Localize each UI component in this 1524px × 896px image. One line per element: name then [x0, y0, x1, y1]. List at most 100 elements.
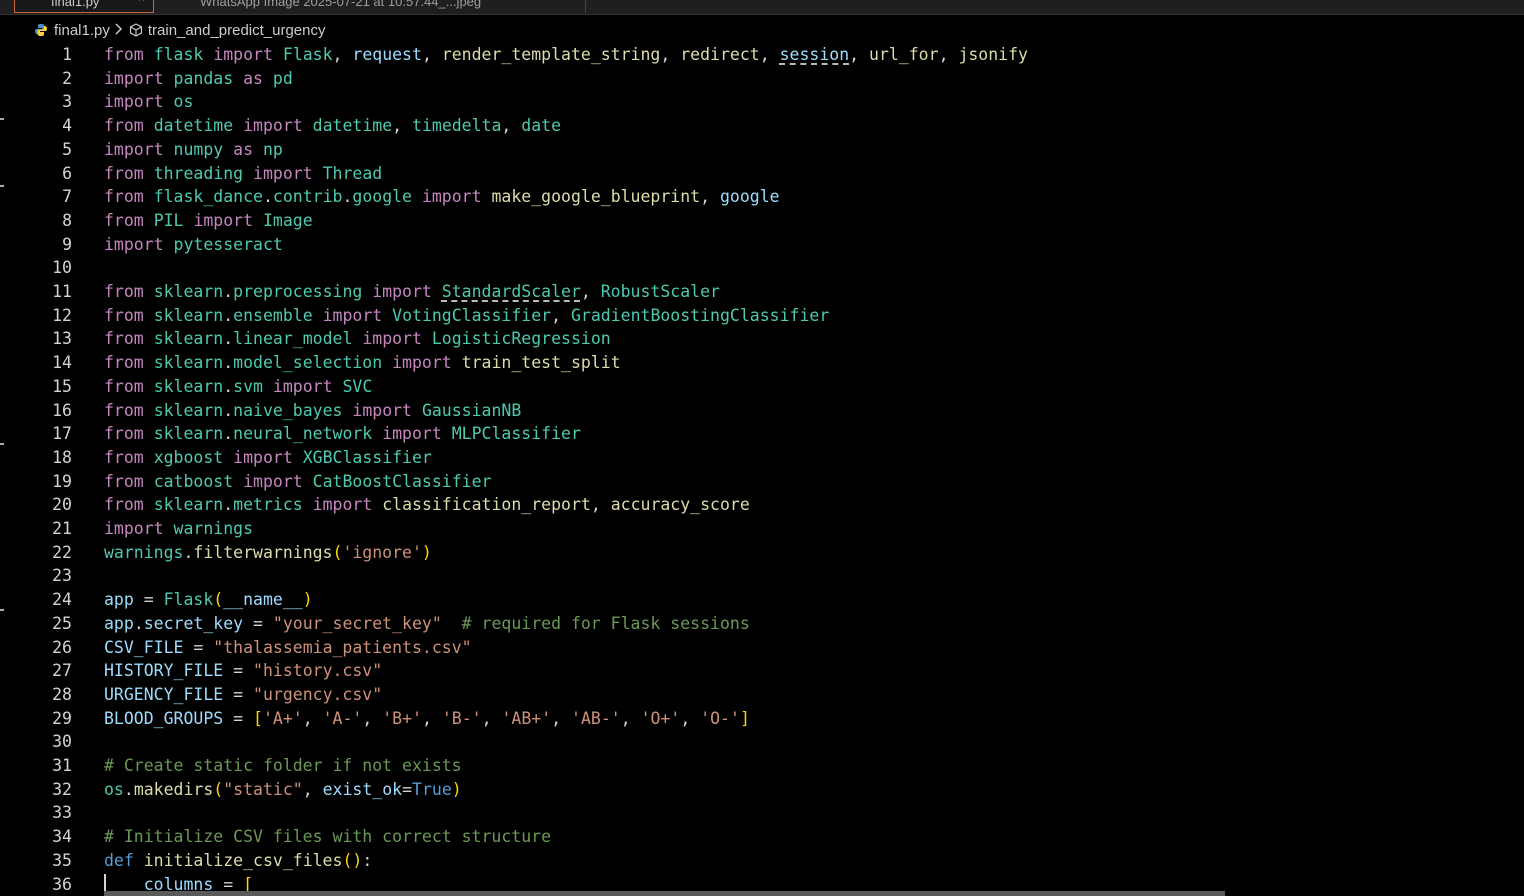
- line-number: 9: [62, 234, 72, 254]
- code-token: .: [223, 400, 234, 420]
- code-token: import: [104, 519, 164, 538]
- code-token: from: [104, 495, 144, 515]
- code-line[interactable]: 4 from datetime import datetime, timedelt…: [0, 114, 1524, 138]
- code-line[interactable]: 15 from sklearn.svm import SVC: [0, 375, 1524, 399]
- code-line[interactable]: 28 URGENCY_FILE = "urgency.csv": [0, 683, 1524, 707]
- code-line[interactable]: 29 BLOOD_GROUPS = ['A+', 'A-', 'B+', 'B-'…: [0, 707, 1524, 731]
- code-line[interactable]: 16 from sklearn.naive_bayes import Gaussi…: [0, 399, 1524, 423]
- code-token: from: [104, 400, 144, 420]
- code-token: from: [104, 424, 144, 444]
- code-token: True: [412, 779, 452, 799]
- code-line[interactable]: 12 from sklearn.ensemble import VotingCla…: [0, 304, 1524, 328]
- tab-final1-py[interactable]: final1.py ×: [14, 0, 154, 13]
- code-token: ,: [759, 45, 780, 64]
- code-line[interactable]: 14 from sklearn.model_selection import tr…: [0, 351, 1524, 375]
- code-line[interactable]: 25 app.secret_key = "your_secret_key" # r…: [0, 612, 1524, 636]
- code-token: "thalassemia_patients.csv": [213, 637, 472, 657]
- code-token: GaussianNB: [421, 400, 522, 420]
- code-line[interactable]: 34 # Initialize CSV files with correct st…: [0, 825, 1524, 849]
- code-line[interactable]: 18 from xgboost import XGBClassifier: [0, 446, 1524, 470]
- code-token: model_selection: [233, 353, 383, 373]
- code-token: xgboost: [153, 447, 224, 467]
- code-line[interactable]: 24 app = Flask(__name__): [0, 588, 1524, 612]
- code-token: svm: [233, 376, 263, 396]
- code-line[interactable]: 6 from threading import Thread: [0, 162, 1524, 186]
- code-token: ,: [421, 708, 442, 728]
- breadcrumb-symbol[interactable]: train_and_predict_urgency: [148, 22, 326, 39]
- code-line[interactable]: 11 from sklearn.preprocessing import Stan…: [0, 280, 1524, 304]
- code-token: ensemble: [233, 305, 313, 325]
- code-token: datetime: [312, 116, 393, 136]
- line-number: 4: [62, 116, 72, 136]
- code-token: "history.csv": [253, 661, 383, 681]
- line-number: 33: [52, 803, 72, 823]
- code-line[interactable]: 1 from flask import Flask, request, rende…: [0, 43, 1524, 67]
- code-token: ,: [302, 708, 323, 728]
- symbol-method-icon: [128, 22, 144, 38]
- code-line[interactable]: 21 import warnings: [0, 517, 1524, 541]
- code-line[interactable]: 8 from PIL import Image: [0, 209, 1524, 233]
- horizontal-scrollbar[interactable]: [104, 891, 1225, 896]
- code-line[interactable]: 26 CSV_FILE = "thalassemia_patients.csv": [0, 636, 1524, 660]
- line-number: 17: [52, 424, 72, 444]
- code-line[interactable]: 30: [0, 730, 1524, 754]
- code-token: VotingClassifier: [392, 305, 552, 325]
- code-token: .: [223, 495, 234, 515]
- code-token: (: [342, 850, 353, 870]
- code-line[interactable]: 35 def initialize_csv_files():: [0, 849, 1524, 873]
- code-line[interactable]: 31 # Create static folder if not exists: [0, 754, 1524, 778]
- code-text: from sklearn.neural_network import MLPCl…: [104, 422, 581, 446]
- code-token: np: [262, 139, 283, 159]
- code-line[interactable]: 20 from sklearn.metrics import classifica…: [0, 493, 1524, 517]
- breadcrumb-file-label: final1.py: [54, 21, 110, 39]
- line-number: 26: [52, 637, 72, 657]
- code-text: from sklearn.ensemble import VotingClass…: [104, 304, 829, 328]
- code-line[interactable]: 3 import os: [0, 90, 1524, 114]
- code-token: os: [104, 779, 124, 799]
- code-line[interactable]: 17 from sklearn.neural_network import MLP…: [0, 422, 1524, 446]
- code-token: 'ignore': [342, 542, 422, 562]
- code-token: import: [104, 234, 164, 254]
- code-token: GradientBoostingClassifier: [570, 305, 830, 325]
- tab-label: WhatsApp Image 2025-07-21 at 10.57.44_..…: [200, 0, 482, 9]
- code-text: HISTORY_FILE = "history.csv": [104, 659, 382, 683]
- line-number: 30: [52, 732, 72, 752]
- code-line[interactable]: 27 HISTORY_FILE = "history.csv": [0, 659, 1524, 683]
- code-token: from: [104, 305, 144, 325]
- code-line[interactable]: 10: [0, 256, 1524, 280]
- code-line[interactable]: 23: [0, 564, 1524, 588]
- code-line[interactable]: 7 from flask_dance.contrib.google import …: [0, 185, 1524, 209]
- code-text: from xgboost import XGBClassifier: [104, 446, 432, 470]
- code-line[interactable]: 5 import numpy as np: [0, 138, 1524, 162]
- code-token: ,: [580, 282, 601, 301]
- breadcrumb-file[interactable]: final1.py: [34, 22, 110, 39]
- code-line[interactable]: 33: [0, 801, 1524, 825]
- code-line[interactable]: 9 import pytesseract: [0, 233, 1524, 257]
- code-line[interactable]: 22 warnings.filterwarnings('ignore'): [0, 541, 1524, 565]
- tab-whatsapp-image[interactable]: WhatsApp Image 2025-07-21 at 10.57.44_..…: [172, 0, 586, 13]
- code-line[interactable]: 19 from catboost import CatBoostClassifie…: [0, 470, 1524, 494]
- code-token: ): [352, 850, 363, 870]
- code-token: secret_key: [143, 613, 244, 633]
- code-line[interactable]: 32 os.makedirs("static", exist_ok=True): [0, 778, 1524, 802]
- code-line[interactable]: 2 import pandas as pd: [0, 67, 1524, 91]
- code-token: 'B-': [441, 708, 482, 728]
- code-editor[interactable]: 1 from flask import Flask, request, rende…: [0, 43, 1524, 896]
- code-token: filterwarnings: [193, 542, 333, 562]
- line-number: 22: [52, 542, 72, 562]
- code-token: Flask: [282, 45, 333, 64]
- code-line[interactable]: 13 from sklearn.linear_model import Logis…: [0, 327, 1524, 351]
- code-token: import: [213, 45, 273, 64]
